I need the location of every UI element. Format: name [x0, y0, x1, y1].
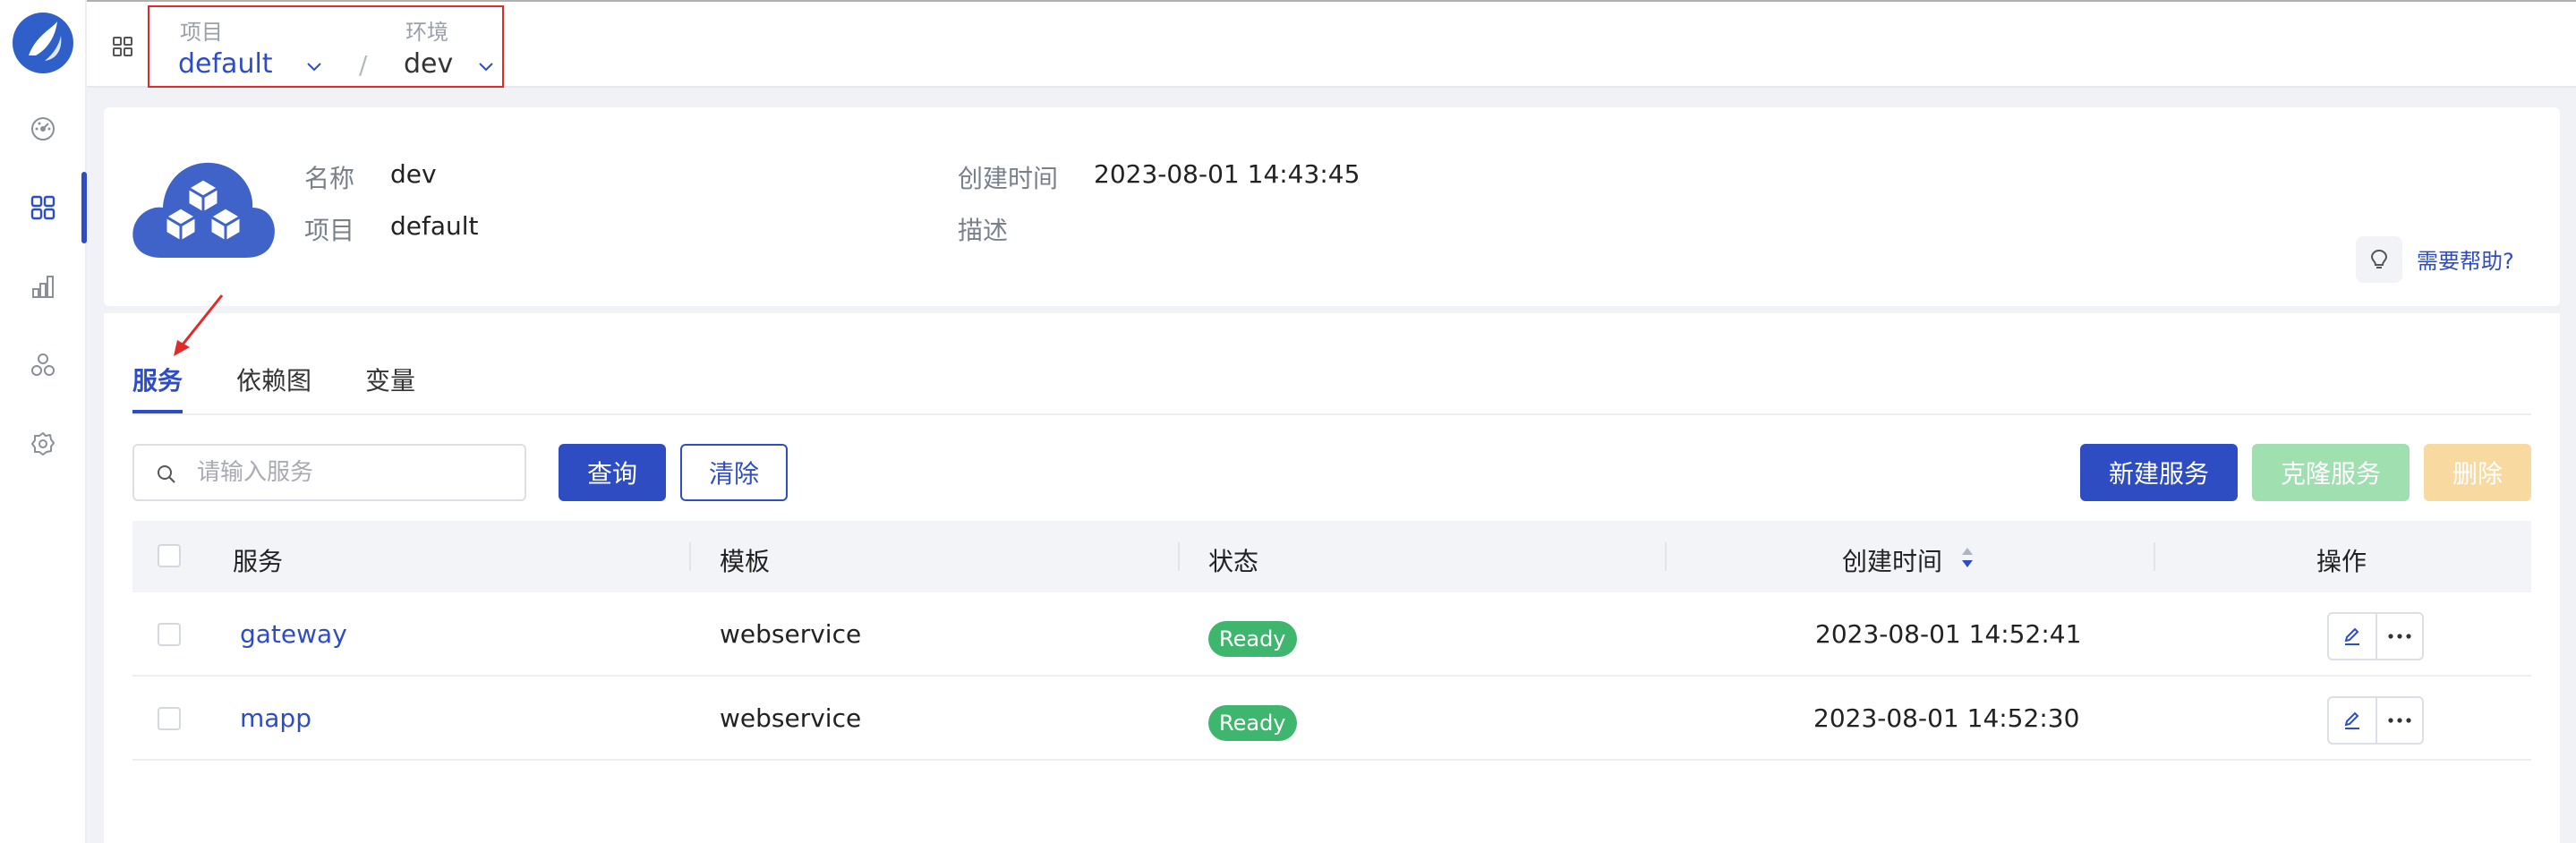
clear-button[interactable]: 清除	[680, 444, 788, 501]
project-select[interactable]: default	[178, 48, 273, 80]
active-tab-indicator	[132, 410, 183, 413]
status-badge: Ready	[1208, 621, 1297, 657]
table-row: mapp webservice Ready 2023-08-01 14:52:3…	[132, 677, 2531, 761]
more-button[interactable]	[2376, 614, 2422, 659]
tab-dependency-graph[interactable]: 依赖图	[236, 362, 311, 397]
template-cell: webservice	[720, 619, 862, 649]
apps-grid-icon	[30, 195, 55, 220]
service-link[interactable]: mapp	[240, 703, 311, 733]
app-logo[interactable]	[9, 9, 77, 77]
project-value: default	[390, 211, 479, 241]
search-icon	[158, 465, 175, 483]
bar-chart-icon	[31, 276, 54, 298]
project-label: 项目	[180, 20, 223, 45]
status-badge: Ready	[1208, 705, 1297, 741]
chevron-down-icon[interactable]	[303, 55, 325, 77]
table-header: 服务 模板 状态 创建时间 操作	[132, 521, 2531, 592]
chevron-down-icon[interactable]	[475, 55, 497, 77]
sort-icon[interactable]	[1958, 544, 1976, 571]
clone-service-button[interactable]: 克隆服务	[2252, 444, 2410, 501]
column-created[interactable]: 创建时间	[1842, 542, 1942, 578]
breadcrumb-separator: /	[359, 50, 368, 80]
column-divider	[2154, 542, 2155, 571]
dashboard-icon	[30, 117, 55, 140]
cluster-icon	[30, 353, 55, 376]
sidebar-item-settings[interactable]	[0, 408, 85, 480]
created-label: 创建时间	[958, 164, 1059, 193]
delete-button[interactable]: 删除	[2424, 444, 2531, 501]
column-actions: 操作	[2316, 547, 2367, 576]
name-label: 名称	[304, 164, 355, 193]
more-icon	[2388, 634, 2411, 639]
query-button[interactable]: 查询	[559, 444, 666, 501]
created-cell: 2023-08-01 14:52:41	[1815, 619, 2082, 649]
help-link[interactable]: 需要帮助?	[2417, 243, 2514, 275]
tab-variables[interactable]: 变量	[365, 362, 415, 397]
project-env-selector: 项目 default / 环境 dev	[148, 5, 504, 88]
table-row: gateway webservice Ready 2023-08-01 14:5…	[132, 592, 2531, 677]
edit-button[interactable]	[2329, 614, 2376, 659]
lightbulb-icon	[2370, 249, 2388, 268]
more-icon	[2388, 718, 2411, 723]
edit-icon	[2344, 627, 2359, 645]
created-value: 2023-08-01 14:43:45	[1094, 159, 1361, 189]
sidebar-item-analytics[interactable]	[0, 251, 85, 322]
environment-info-card: 名称 dev 项目 default 创建时间 2023-08-01 14:43:…	[104, 107, 2560, 306]
sidebar-item-apps[interactable]	[0, 172, 87, 243]
project-label: 项目	[304, 216, 355, 245]
edit-button[interactable]	[2329, 698, 2376, 743]
top-bar: 项目 default / 环境 dev	[87, 0, 2576, 88]
service-link[interactable]: gateway	[240, 619, 347, 649]
column-divider	[1178, 542, 1180, 571]
column-template: 模板	[720, 547, 771, 576]
environment-cloud-icon	[132, 162, 275, 258]
row-checkbox[interactable]	[158, 623, 181, 646]
row-actions	[2327, 612, 2424, 660]
name-value: dev	[390, 159, 437, 189]
sidebar	[0, 0, 87, 843]
new-service-button[interactable]: 新建服务	[2080, 444, 2238, 501]
env-label: 环境	[405, 20, 448, 45]
column-divider	[1665, 542, 1667, 571]
sidebar-item-cluster[interactable]	[0, 329, 85, 401]
row-actions	[2327, 696, 2424, 745]
apps-menu-icon[interactable]	[112, 36, 133, 57]
gear-icon	[30, 432, 55, 456]
column-service: 服务	[233, 547, 284, 576]
services-panel: 服务 依赖图 变量 查询 清除 新建服务 克隆服务 删除 服务 模板 状态 创建…	[104, 313, 2560, 843]
help-button[interactable]	[2356, 236, 2402, 283]
column-status: 状态	[1208, 547, 1259, 576]
annotation-arrow-icon	[174, 294, 224, 356]
template-cell: webservice	[720, 703, 862, 733]
more-button[interactable]	[2376, 698, 2422, 743]
row-checkbox[interactable]	[158, 707, 181, 730]
description-label: 描述	[958, 216, 1009, 245]
env-select[interactable]: dev	[404, 48, 453, 80]
service-search-box[interactable]	[132, 444, 526, 501]
tab-services[interactable]: 服务	[132, 362, 183, 397]
sidebar-item-dashboard[interactable]	[0, 93, 85, 165]
column-divider	[689, 542, 691, 571]
select-all-checkbox[interactable]	[158, 544, 181, 567]
tabs-divider	[132, 413, 2531, 415]
created-cell: 2023-08-01 14:52:30	[1813, 703, 2080, 733]
service-search-input[interactable]	[197, 455, 510, 490]
edit-icon	[2344, 711, 2359, 729]
